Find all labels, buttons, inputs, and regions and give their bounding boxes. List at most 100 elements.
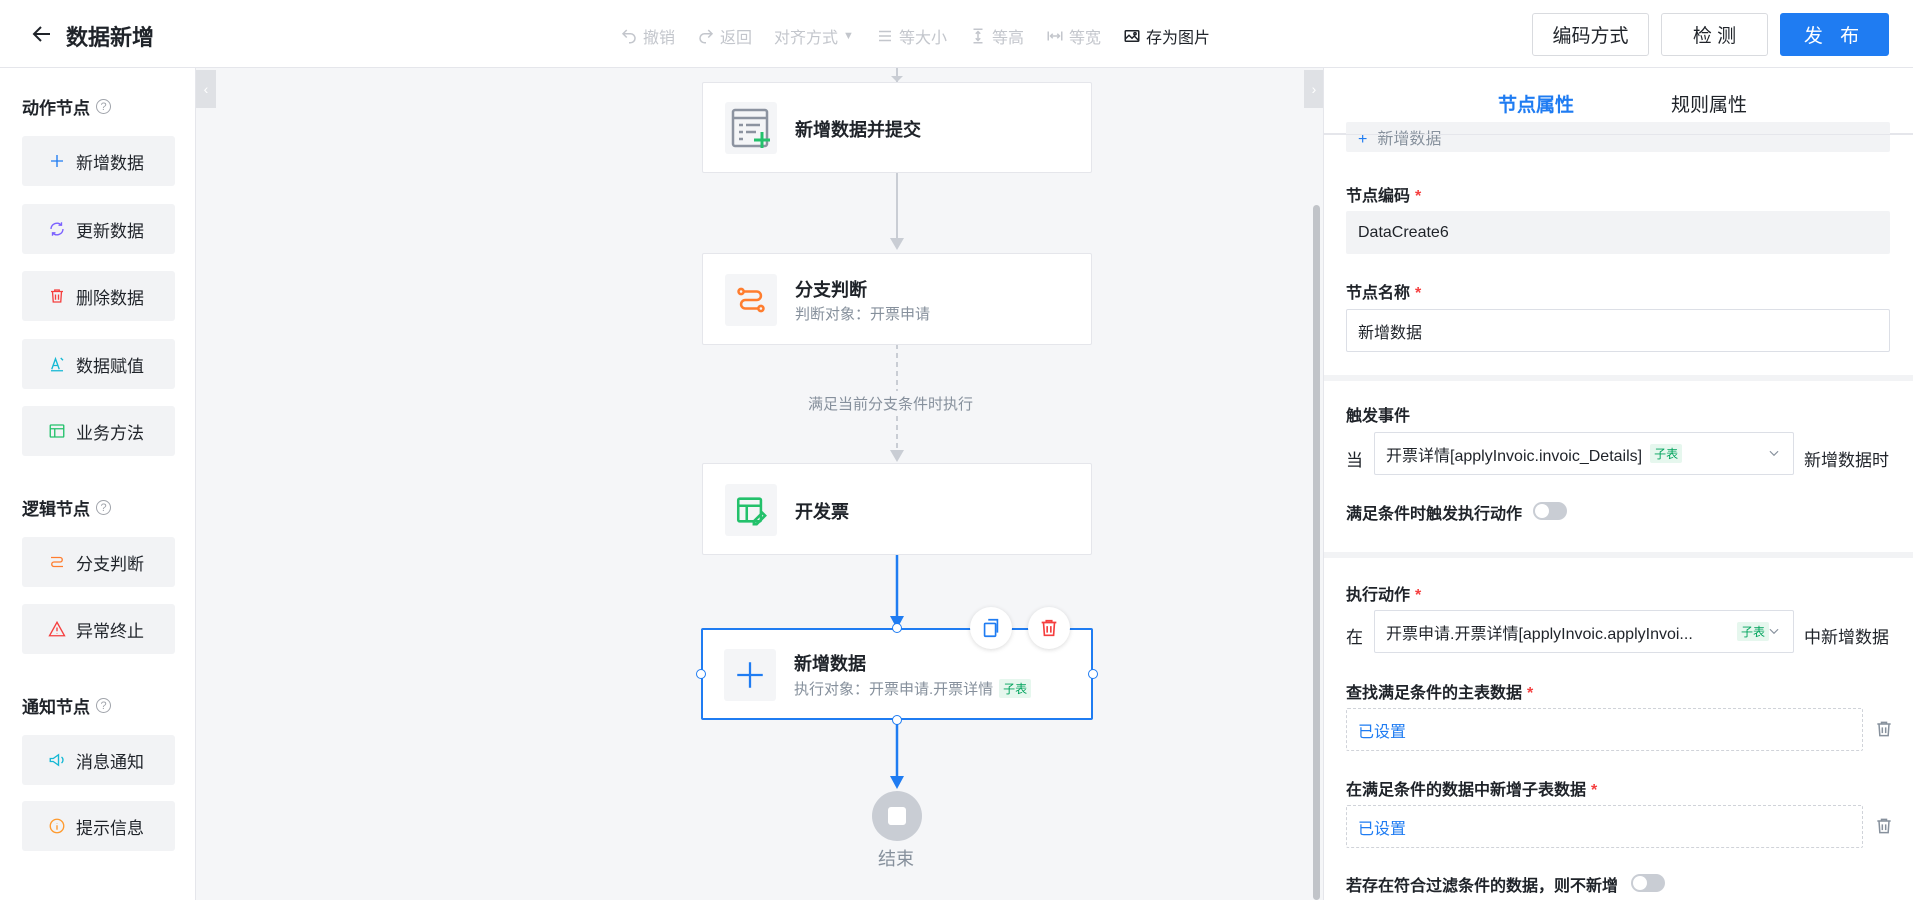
copy-icon — [983, 618, 999, 638]
trash-icon[interactable] — [1874, 719, 1894, 739]
node-icon-box — [725, 102, 777, 154]
stop-icon — [888, 807, 906, 825]
notify-section-label: 通知节点 — [22, 698, 90, 717]
refresh-icon — [50, 222, 64, 236]
undo-label: 撤销 — [643, 30, 676, 47]
publish-button[interactable]: 发 布 — [1780, 13, 1889, 56]
palette-item-label: 消息通知 — [76, 752, 144, 772]
branch-icon — [737, 287, 765, 313]
connector-handle-bottom[interactable] — [892, 715, 902, 725]
collapse-left-panel-button[interactable]: ‹ — [196, 70, 216, 108]
action-table-select[interactable]: 开票申请.开票详情[applyInvoic.applyInvoi... 子表 — [1374, 610, 1794, 653]
undo-button[interactable]: 撤销 — [620, 24, 675, 48]
connector-handle-right[interactable] — [1088, 669, 1098, 679]
tab-node-properties[interactable]: 节点属性 — [1498, 90, 1574, 117]
toolbar: 撤销 返回 对齐方式 ▼ 等大小 等高 等宽 存为图片 — [620, 24, 1210, 48]
delete-node-button[interactable] — [1028, 607, 1070, 649]
node-icon-box — [725, 274, 777, 326]
palette-item-update-data[interactable]: 更新数据 — [22, 204, 175, 254]
find-main-data-field[interactable]: 已设置 — [1346, 708, 1863, 751]
trigger-select-value: 开票详情[applyInvoic.invoic_Details] — [1386, 447, 1643, 465]
add-sub-data-field[interactable]: 已设置 — [1346, 805, 1863, 848]
palette-item-abort[interactable]: 异常终止 — [22, 604, 175, 654]
node-type-value: 新增数据 — [1377, 131, 1442, 148]
node-icon-box — [724, 649, 776, 701]
node-code-field: DataCreate6 — [1346, 211, 1890, 254]
action-section-title: 动作节点 ? — [22, 94, 111, 119]
action-section-label: 动作节点 — [22, 99, 90, 118]
node-palette: 动作节点 ? 新增数据 更新数据 删除数据 数据赋值 业务方法 逻辑节点 ? 分… — [0, 68, 196, 900]
palette-item-add-data[interactable]: 新增数据 — [22, 136, 175, 186]
add-sub-data-label-text: 在满足条件的数据中新增子表数据 — [1346, 782, 1587, 799]
same-height-button[interactable]: 等高 — [969, 24, 1024, 48]
palette-item-data-assign[interactable]: 数据赋值 — [22, 339, 175, 389]
connector-handle-top[interactable] — [892, 623, 902, 633]
section-divider — [1324, 375, 1913, 381]
trigger-suffix: 新增数据时 — [1804, 451, 1889, 470]
find-main-data-label-text: 查找满足条件的主表数据 — [1346, 685, 1523, 702]
align-label: 对齐方式 — [774, 30, 839, 47]
help-icon[interactable]: ? — [96, 500, 111, 515]
node-icon-box — [725, 484, 777, 536]
trash-icon[interactable] — [1874, 816, 1894, 836]
trigger-event-label: 触发事件 — [1346, 408, 1411, 425]
skip-existing-label: 若存在符合过滤条件的数据，则不新增 — [1346, 878, 1619, 895]
help-icon[interactable]: ? — [96, 698, 111, 713]
redo-icon — [699, 29, 714, 44]
undo-icon — [621, 29, 636, 44]
notify-section-title: 通知节点 ? — [22, 693, 111, 718]
invoice-method-icon — [736, 497, 767, 526]
node-title: 分支判断 — [795, 280, 867, 300]
required-mark: * — [1527, 685, 1534, 702]
help-icon[interactable]: ? — [96, 99, 111, 114]
section-divider — [1324, 552, 1913, 558]
back-arrow-icon[interactable] — [30, 22, 54, 46]
execute-action-label-text: 执行动作 — [1346, 587, 1411, 604]
palette-item-label: 更新数据 — [76, 221, 144, 241]
copy-node-button[interactable] — [970, 607, 1012, 649]
node-title: 开发票 — [795, 502, 849, 522]
encoding-button[interactable]: 编码方式 — [1532, 13, 1649, 56]
condition-trigger-toggle[interactable] — [1533, 502, 1567, 520]
node-invoice[interactable]: 开发票 — [702, 463, 1092, 555]
chevron-down-icon — [1769, 628, 1779, 635]
subtable-tag: 子表 — [999, 679, 1032, 698]
palette-item-delete-data[interactable]: 删除数据 — [22, 271, 175, 321]
collapse-right-panel-button[interactable]: › — [1304, 70, 1324, 108]
trigger-table-select[interactable]: 开票详情[applyInvoic.invoic_Details] 子表 — [1374, 432, 1794, 475]
top-bar: 数据新增 撤销 返回 对齐方式 ▼ 等大小 等高 等宽 存为图片 编码方式 检 … — [0, 0, 1913, 68]
palette-item-business-method[interactable]: 业务方法 — [22, 406, 175, 456]
node-add-and-submit[interactable]: 新增数据并提交 — [702, 82, 1092, 173]
action-prefix: 在 — [1346, 628, 1363, 647]
end-node[interactable] — [872, 791, 922, 841]
tab-rule-properties[interactable]: 规则属性 — [1671, 90, 1747, 117]
node-subtitle: 判断对象：开票申请 — [795, 306, 931, 323]
assign-icon — [51, 356, 64, 372]
node-name-input[interactable]: 新增数据 — [1346, 309, 1890, 352]
align-dropdown[interactable]: 对齐方式 ▼ — [774, 24, 854, 48]
warning-icon — [48, 620, 66, 637]
save-image-button[interactable]: 存为图片 — [1123, 24, 1210, 48]
required-mark: * — [1415, 587, 1422, 604]
same-size-button[interactable]: 等大小 — [876, 24, 947, 48]
same-width-label: 等宽 — [1068, 30, 1101, 47]
palette-item-branch[interactable]: 分支判断 — [22, 537, 175, 587]
palette-item-hint[interactable]: 提示信息 — [22, 801, 175, 851]
subtable-tag: 子表 — [1736, 622, 1769, 641]
execute-action-label: 执行动作 * — [1346, 581, 1421, 605]
node-code-label-text: 节点编码 — [1346, 188, 1411, 205]
skip-existing-toggle[interactable] — [1631, 874, 1665, 892]
same-width-icon — [1047, 31, 1063, 41]
action-suffix: 中新增数据 — [1804, 628, 1889, 647]
plus-icon — [737, 662, 763, 688]
arrow-end — [890, 776, 904, 789]
palette-item-message[interactable]: 消息通知 — [22, 735, 175, 785]
canvas-scrollbar[interactable] — [1313, 205, 1320, 900]
flow-canvas[interactable]: 新增数据并提交 分支判断 判断对象：开票申请 满足当前分支条件时执行 开发票 新… — [196, 68, 1323, 900]
node-subtitle-row: 执行对象：开票申请.开票详情 子表 — [794, 678, 1032, 699]
node-branch[interactable]: 分支判断 判断对象：开票申请 — [702, 253, 1092, 345]
redo-button[interactable]: 返回 — [697, 24, 752, 48]
connector-handle-left[interactable] — [696, 669, 706, 679]
same-width-button[interactable]: 等宽 — [1046, 24, 1101, 48]
check-button[interactable]: 检 测 — [1661, 13, 1768, 56]
